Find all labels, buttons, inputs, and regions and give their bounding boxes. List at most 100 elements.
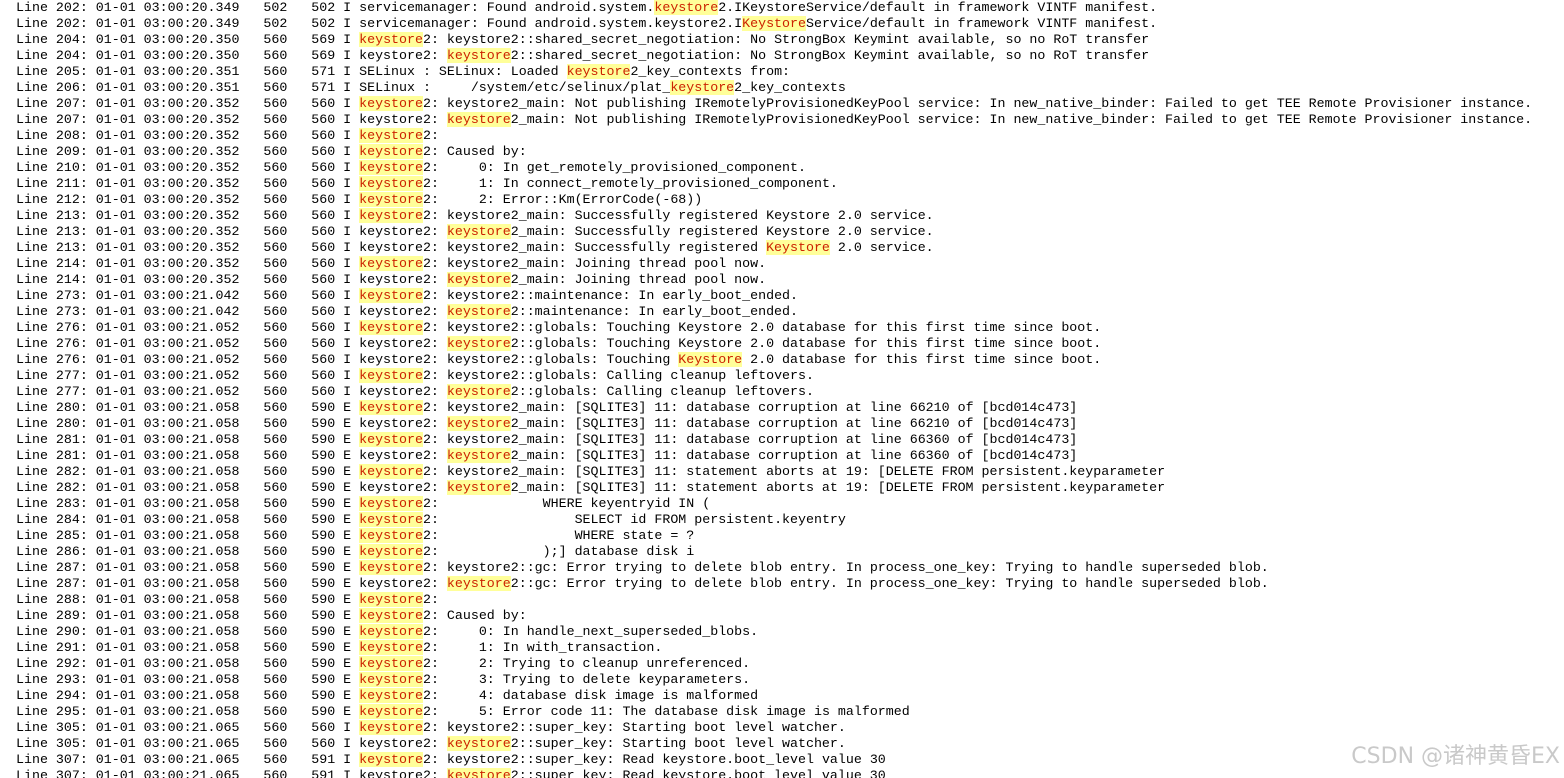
log-text: 2: keystore2::globals: Touching Keystore… <box>422 320 1102 335</box>
log-text: Line 213: 01-01 03:00:20.352 560 560 I <box>16 208 360 223</box>
log-text: 2: 4: database disk image is malformed <box>422 688 759 703</box>
log-text: 2: 0: In handle_next_superseded_blobs. <box>422 624 759 639</box>
log-line: Line 212: 01-01 03:00:20.352 560 560 I k… <box>16 192 702 208</box>
log-line: Line 290: 01-01 03:00:21.058 560 590 E k… <box>16 624 758 640</box>
log-line: Line 202: 01-01 03:00:20.349 502 502 I s… <box>16 16 1157 32</box>
log-text: 2: <box>422 592 439 607</box>
search-match-highlight: keystore <box>359 704 423 719</box>
log-text: Line 273: 01-01 03:00:21.042 560 560 I k… <box>16 304 447 319</box>
search-match-highlight: keystore <box>359 400 423 415</box>
log-text: 2::gc: Error trying to delete blob entry… <box>510 576 1269 591</box>
log-text: Line 280: 01-01 03:00:21.058 560 590 E <box>16 400 360 415</box>
log-text: Line 288: 01-01 03:00:21.058 560 590 E <box>16 592 360 607</box>
log-text: Line 307: 01-01 03:00:21.065 560 591 I k… <box>16 768 447 778</box>
log-text: Line 289: 01-01 03:00:21.058 560 590 E <box>16 608 360 623</box>
log-text: Line 204: 01-01 03:00:20.350 560 569 I k… <box>16 48 447 63</box>
search-match-highlight: keystore <box>446 480 511 495</box>
log-line: Line 307: 01-01 03:00:21.065 560 591 I k… <box>16 768 886 778</box>
search-match-highlight: keystore <box>446 736 511 751</box>
log-line: Line 204: 01-01 03:00:20.350 560 569 I k… <box>16 48 1149 64</box>
log-text: 2.0 database for this first time since b… <box>742 352 1102 367</box>
log-line: Line 276: 01-01 03:00:21.052 560 560 I k… <box>16 320 1101 336</box>
log-text: 2_key_contexts <box>734 80 846 95</box>
log-text: Line 211: 01-01 03:00:20.352 560 560 I <box>16 176 360 191</box>
log-text: Line 208: 01-01 03:00:20.352 560 560 I <box>16 128 360 143</box>
search-match-highlight: keystore <box>359 144 423 159</box>
log-text: Line 212: 01-01 03:00:20.352 560 560 I <box>16 192 360 207</box>
search-match-highlight: keystore <box>359 256 423 271</box>
log-text: Line 282: 01-01 03:00:21.058 560 590 E k… <box>16 480 447 495</box>
log-line: Line 286: 01-01 03:00:21.058 560 590 E k… <box>16 544 694 560</box>
search-match-highlight: keystore <box>359 432 423 447</box>
log-line: Line 210: 01-01 03:00:20.352 560 560 I k… <box>16 160 806 176</box>
log-text: 2: 3: Trying to delete keyparameters. <box>422 672 751 687</box>
search-match-highlight: keystore <box>446 576 511 591</box>
search-match-highlight: keystore <box>359 128 423 143</box>
log-text: Line 277: 01-01 03:00:21.052 560 560 I k… <box>16 384 447 399</box>
log-text: 2: keystore2_main: [SQLITE3] 11: stateme… <box>422 464 1166 479</box>
log-text: Line 291: 01-01 03:00:21.058 560 590 E <box>16 640 360 655</box>
log-line: Line 293: 01-01 03:00:21.058 560 590 E k… <box>16 672 750 688</box>
log-text: 2: Caused by: <box>422 608 527 623</box>
log-line: Line 280: 01-01 03:00:21.058 560 590 E k… <box>16 400 1077 416</box>
log-text: Line 283: 01-01 03:00:21.058 560 590 E <box>16 496 360 511</box>
search-match-highlight: keystore <box>446 384 511 399</box>
log-line: Line 281: 01-01 03:00:21.058 560 590 E k… <box>16 432 1077 448</box>
log-text: 2::super_key: Starting boot level watche… <box>510 736 846 751</box>
log-text: 2: Caused by: <box>422 144 527 159</box>
log-line: Line 287: 01-01 03:00:21.058 560 590 E k… <box>16 560 1269 576</box>
log-text: 2: keystore2::super_key: Starting boot l… <box>422 720 846 735</box>
log-line: Line 205: 01-01 03:00:20.351 560 571 I S… <box>16 64 790 80</box>
log-line: Line 285: 01-01 03:00:21.058 560 590 E k… <box>16 528 694 544</box>
log-text: 2: 1: In with_transaction. <box>422 640 663 655</box>
watermark: CSDN @诸神黄昏EX <box>1351 744 1560 769</box>
log-text: Line 214: 01-01 03:00:20.352 560 560 I <box>16 256 360 271</box>
search-match-highlight: keystore <box>654 0 719 15</box>
search-match-highlight: keystore <box>446 304 511 319</box>
search-match-highlight: keystore <box>359 288 423 303</box>
search-match-highlight: Keystore <box>766 240 830 255</box>
log-text: 2_main: [SQLITE3] 11: database corruptio… <box>510 448 1078 463</box>
log-line: Line 305: 01-01 03:00:21.065 560 560 I k… <box>16 720 846 736</box>
log-text: 2::maintenance: In early_boot_ended. <box>510 304 798 319</box>
log-text: 2_main: Successfully registered Keystore… <box>510 224 934 239</box>
search-match-highlight: keystore <box>359 640 423 655</box>
log-text: 2::globals: Calling cleanup leftovers. <box>510 384 814 399</box>
search-match-highlight: keystore <box>446 448 511 463</box>
log-line: Line 282: 01-01 03:00:21.058 560 590 E k… <box>16 464 1165 480</box>
log-text: 2: );] database disk i <box>422 544 695 559</box>
log-text: 2: keystore2_main: [SQLITE3] 11: databas… <box>422 432 1078 447</box>
log-text: Line 204: 01-01 03:00:20.350 560 569 I <box>16 32 360 47</box>
log-text: 2_main: [SQLITE3] 11: statement aborts a… <box>510 480 1166 495</box>
log-text: 2: keystore2::gc: Error trying to delete… <box>422 560 1269 575</box>
log-line: Line 283: 01-01 03:00:21.058 560 590 E k… <box>16 496 710 512</box>
log-text: 2: WHERE state = ? <box>422 528 695 543</box>
log-text: Line 213: 01-01 03:00:20.352 560 560 I k… <box>16 240 767 255</box>
log-text: 2: 1: In connect_remotely_provisioned_co… <box>422 176 838 191</box>
log-text: Line 206: 01-01 03:00:20.351 560 571 I S… <box>16 80 671 95</box>
search-match-highlight: keystore <box>359 608 423 623</box>
log-text: 2: 2: Error::Km(ErrorCode(-68)) <box>422 192 703 207</box>
log-line: Line 288: 01-01 03:00:21.058 560 590 E k… <box>16 592 439 608</box>
search-match-highlight: keystore <box>359 512 423 527</box>
search-match-highlight: keystore <box>446 112 511 127</box>
log-text: 2_main: Joining thread pool now. <box>510 272 767 287</box>
log-text: 2: keystore2_main: [SQLITE3] 11: databas… <box>422 400 1078 415</box>
log-line: Line 280: 01-01 03:00:21.058 560 590 E k… <box>16 416 1077 432</box>
log-line: Line 204: 01-01 03:00:20.350 560 569 I k… <box>16 32 1149 48</box>
log-text: Line 276: 01-01 03:00:21.052 560 560 I k… <box>16 352 679 367</box>
log-text: Line 281: 01-01 03:00:21.058 560 590 E <box>16 432 360 447</box>
search-match-highlight: keystore <box>359 672 423 687</box>
log-line: Line 292: 01-01 03:00:21.058 560 590 E k… <box>16 656 750 672</box>
search-match-highlight: keystore <box>359 528 423 543</box>
search-match-highlight: keystore <box>359 320 423 335</box>
log-text: 2: keystore2::super_key: Read keystore.b… <box>422 752 886 767</box>
search-match-highlight: Keystore <box>742 16 806 31</box>
log-text: Line 276: 01-01 03:00:21.052 560 560 I k… <box>16 336 447 351</box>
search-match-highlight: keystore <box>359 32 423 47</box>
log-line: Line 214: 01-01 03:00:20.352 560 560 I k… <box>16 256 766 272</box>
search-match-highlight: keystore <box>566 64 631 79</box>
search-match-highlight: keystore <box>359 720 423 735</box>
log-viewer[interactable]: Line 202: 01-01 03:00:20.349 502 502 I s… <box>0 0 1564 778</box>
log-text: 2::shared_secret_negotiation: No StrongB… <box>510 48 1150 63</box>
